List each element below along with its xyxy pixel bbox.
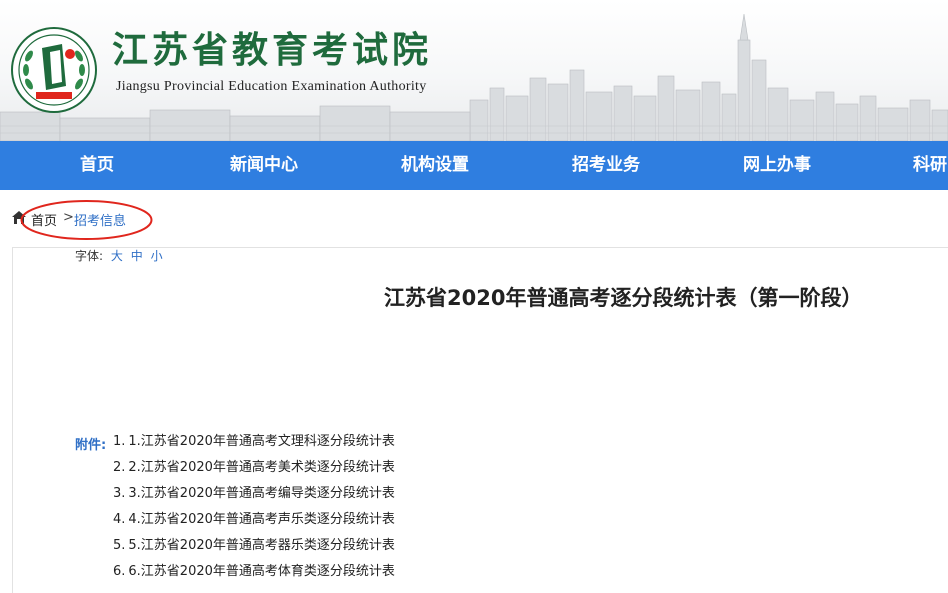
font-size-medium[interactable]: 中	[131, 249, 143, 263]
font-size-large[interactable]: 大	[111, 249, 123, 263]
nav-item-online-services[interactable]: 网上办事	[743, 141, 811, 190]
font-size-label: 字体:	[75, 249, 104, 263]
nav-item-news[interactable]: 新闻中心	[230, 141, 298, 190]
nav-item-research[interactable]: 科研	[913, 141, 947, 190]
article-title: 江苏省2020年普通高考逐分段统计表（第一阶段）	[384, 286, 863, 310]
site-title: 江苏省教育考试院	[112, 30, 433, 71]
attachment-link[interactable]: 2. 2.江苏省2020年普通高考美术类逐分段统计表	[113, 459, 395, 485]
nav-item-organization[interactable]: 机构设置	[401, 141, 469, 190]
main-nav: 首页 新闻中心 机构设置 招考业务 网上办事 科研	[0, 141, 948, 190]
breadcrumb-separator: >	[63, 210, 74, 225]
home-icon	[12, 211, 26, 224]
font-size-small[interactable]: 小	[151, 249, 163, 263]
attachment-link[interactable]: 1. 1.江苏省2020年普通高考文理科逐分段统计表	[113, 433, 395, 459]
attachment-link[interactable]: 5. 5.江苏省2020年普通高考器乐类逐分段统计表	[113, 537, 395, 563]
attachments-label: 附件:	[75, 438, 107, 453]
exam-authority-logo	[11, 27, 97, 113]
attachment-link[interactable]: 3. 3.江苏省2020年普通高考编导类逐分段统计表	[113, 485, 395, 511]
attachment-link[interactable]: 4. 4.江苏省2020年普通高考声乐类逐分段统计表	[113, 511, 395, 537]
breadcrumb-home-link[interactable]: 首页	[31, 210, 57, 229]
font-size-controls: 字体: 大 中 小	[75, 247, 163, 264]
breadcrumb-current-link[interactable]: 招考信息	[74, 210, 126, 229]
nav-item-admissions[interactable]: 招考业务	[572, 141, 640, 190]
nav-item-home[interactable]: 首页	[80, 141, 114, 190]
site-header: 江苏省教育考试院 Jiangsu Provincial Education Ex…	[0, 0, 948, 141]
attachment-link[interactable]: 6. 6.江苏省2020年普通高考体育类逐分段统计表	[113, 563, 395, 589]
attachments-list: 1. 1.江苏省2020年普通高考文理科逐分段统计表 2. 2.江苏省2020年普通…	[113, 433, 395, 589]
site-subtitle: Jiangsu Provincial Education Examination…	[116, 79, 427, 94]
